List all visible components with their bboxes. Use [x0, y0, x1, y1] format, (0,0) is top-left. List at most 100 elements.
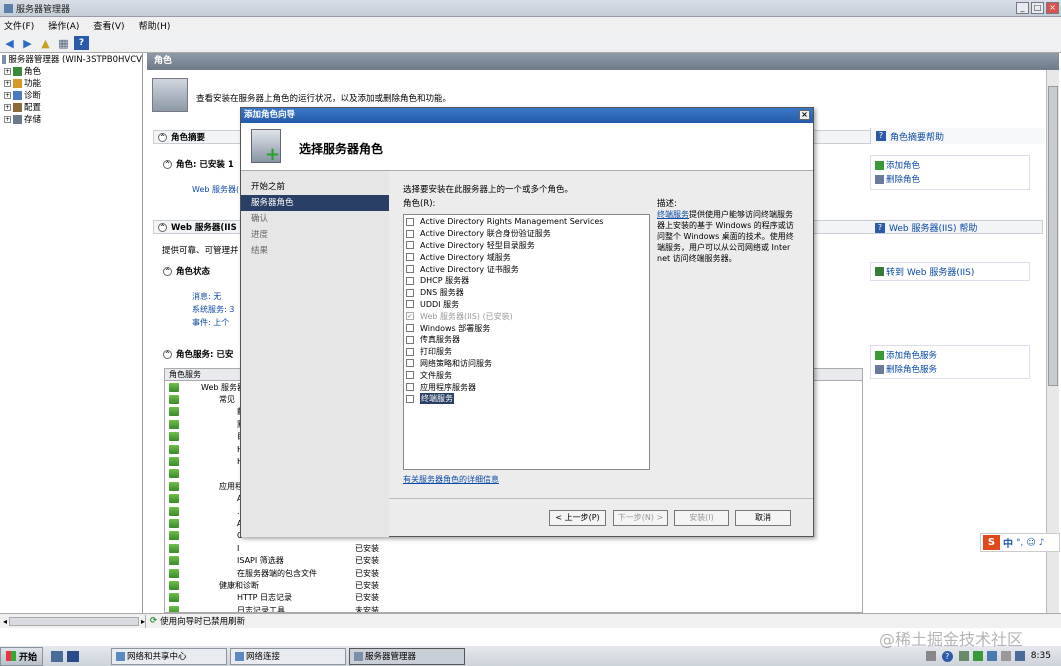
expand-icon[interactable]: +	[4, 67, 11, 75]
role-checkbox[interactable]: ✓	[406, 312, 414, 321]
tray-help-icon[interactable]: ?	[941, 650, 953, 662]
role-checkbox[interactable]	[406, 288, 414, 297]
web-help-action[interactable]: ? Web 服务器(IIS) 帮助	[870, 220, 1045, 235]
tray-status-icon[interactable]	[972, 651, 983, 661]
grid-row[interactable]: I 已安装	[165, 542, 862, 554]
start-button[interactable]: 开始	[0, 646, 44, 666]
tray-display-icon[interactable]	[1014, 651, 1025, 661]
menu-action[interactable]: 操作(A)	[48, 19, 79, 32]
role-item[interactable]: UDDI 服务	[404, 299, 649, 311]
role-item[interactable]: DNS 服务器	[404, 287, 649, 299]
tree-item-features[interactable]: + 功能	[0, 77, 142, 89]
back-icon[interactable]: ◀	[2, 36, 17, 50]
minimize-button[interactable]: _	[1016, 2, 1029, 14]
role-item[interactable]: DHCP 服务器	[404, 275, 649, 287]
dialog-close-button[interactable]: ×	[799, 110, 810, 120]
add-role-action[interactable]: 添加角色	[871, 158, 1029, 172]
tree-item-diagnostics[interactable]: + 诊断	[0, 89, 142, 101]
role-checkbox[interactable]	[406, 347, 414, 356]
role-checkbox[interactable]	[406, 300, 414, 309]
collapse-icon[interactable]: ^	[158, 222, 167, 232]
remove-role-action[interactable]: 删除角色	[871, 172, 1029, 186]
role-services-header[interactable]: ^ 角色服务: 已安	[163, 348, 233, 360]
remove-role-service-action[interactable]: 删除角色服务	[871, 362, 1029, 376]
emoji-icon[interactable]: ☺	[1026, 538, 1035, 548]
tray-network-icon[interactable]	[958, 651, 969, 661]
forward-icon[interactable]: ▶	[20, 36, 35, 50]
ime-mode[interactable]: 中	[1003, 535, 1013, 550]
role-item[interactable]: 文件服务	[404, 369, 649, 381]
role-item[interactable]: Active Directory 证书服务	[404, 263, 649, 275]
menu-file[interactable]: 文件(F)	[4, 19, 34, 32]
role-checkbox[interactable]	[406, 253, 414, 262]
install-button[interactable]: 安装(I)	[674, 510, 729, 526]
task-server-manager[interactable]: 服务器管理器	[349, 647, 466, 665]
events-link[interactable]: 事件: 上个	[192, 317, 229, 328]
task-network-sharing[interactable]: 网络和共享中心	[111, 647, 228, 665]
role-item[interactable]: 网络策略和访问服务	[404, 358, 649, 370]
role-checkbox[interactable]	[406, 241, 414, 250]
role-item[interactable]: 打印服务	[404, 346, 649, 358]
role-checkbox[interactable]	[406, 335, 414, 344]
help-icon[interactable]: ?	[74, 36, 89, 50]
microphone-icon[interactable]: ♪	[1039, 538, 1045, 548]
cancel-button[interactable]: 取消	[735, 510, 791, 526]
role-item[interactable]: Active Directory 域服务	[404, 251, 649, 263]
summary-help-action[interactable]: ? 角色摘要帮助	[870, 128, 1045, 144]
punctuation-icon[interactable]: °,	[1016, 538, 1023, 548]
scrollbar-thumb[interactable]	[1048, 86, 1058, 386]
more-info-link[interactable]: 有关服务器角色的详细信息	[403, 474, 499, 485]
tray-volume-icon[interactable]	[1000, 651, 1011, 661]
tray-monitor-icon[interactable]	[986, 651, 997, 661]
back-button[interactable]: < 上一步(P)	[549, 510, 606, 526]
close-button[interactable]: ×	[1046, 2, 1059, 14]
role-item[interactable]: Active Directory 轻型目录服务	[404, 240, 649, 252]
ime-toolbar[interactable]: S 中 °, ☺ ♪	[980, 533, 1060, 552]
collapse-icon[interactable]: ^	[163, 349, 172, 359]
role-item[interactable]: 终端服务	[404, 393, 649, 405]
tree-item-storage[interactable]: + 存储	[0, 113, 142, 125]
grid-row[interactable]: 健康和诊断 已安装	[165, 579, 862, 591]
role-checkbox[interactable]	[406, 265, 414, 274]
grid-row[interactable]: ISAPI 筛选器 已安装	[165, 554, 862, 566]
role-item[interactable]: Windows 部署服务	[404, 322, 649, 334]
role-item[interactable]: Active Directory Rights Management Servi…	[404, 216, 649, 228]
collapse-icon[interactable]: ^	[158, 132, 167, 142]
quick-launch-server-icon[interactable]	[51, 650, 64, 662]
menu-help[interactable]: 帮助(H)	[139, 19, 171, 32]
role-status-header[interactable]: ^ 角色状态	[163, 265, 210, 277]
collapse-icon[interactable]: ^	[163, 266, 172, 276]
role-item[interactable]: Active Directory 联合身份验证服务	[404, 228, 649, 240]
quick-launch-desktop-icon[interactable]	[67, 650, 80, 662]
maximize-button[interactable]: □	[1031, 2, 1044, 14]
tree-item-configuration[interactable]: + 配置	[0, 101, 142, 113]
role-checkbox[interactable]	[406, 394, 414, 403]
grid-row[interactable]: HTTP 日志记录 已安装	[165, 592, 862, 604]
messages-link[interactable]: 消息: 无	[192, 291, 221, 302]
tree-item-roles[interactable]: + 角色	[0, 65, 142, 77]
collapse-icon[interactable]: ^	[163, 159, 172, 169]
web-server-link[interactable]: Web 服务器(	[192, 184, 239, 195]
role-checkbox[interactable]	[406, 359, 414, 368]
expand-icon[interactable]: +	[4, 79, 11, 87]
scroll-right-icon[interactable]: ▸	[141, 617, 145, 626]
role-item[interactable]: 传真服务器	[404, 334, 649, 346]
up-folder-icon[interactable]: ▲	[38, 36, 53, 50]
role-checkbox[interactable]	[406, 383, 414, 392]
task-network-connections[interactable]: 网络连接	[230, 647, 347, 665]
goto-web-action[interactable]: 转到 Web 服务器(IIS)	[870, 262, 1030, 281]
role-checkbox[interactable]	[406, 371, 414, 380]
vertical-scrollbar[interactable]	[1046, 70, 1059, 613]
role-checkbox[interactable]	[406, 276, 414, 285]
horizontal-scrollbar[interactable]	[9, 616, 139, 626]
menu-view[interactable]: 查看(V)	[93, 19, 124, 32]
description-link[interactable]: 终端服务	[657, 210, 689, 219]
scroll-left-icon[interactable]: ◂	[3, 617, 7, 626]
role-checkbox[interactable]	[406, 229, 414, 238]
step-before-you-begin[interactable]: 开始之前	[241, 179, 389, 195]
role-item[interactable]: ✓ Web 服务器(IIS) (已安装)	[404, 310, 649, 322]
expand-icon[interactable]: +	[4, 103, 11, 111]
role-item[interactable]: 应用程序服务器	[404, 381, 649, 393]
expand-icon[interactable]: +	[4, 115, 11, 123]
expand-icon[interactable]: +	[4, 91, 11, 99]
